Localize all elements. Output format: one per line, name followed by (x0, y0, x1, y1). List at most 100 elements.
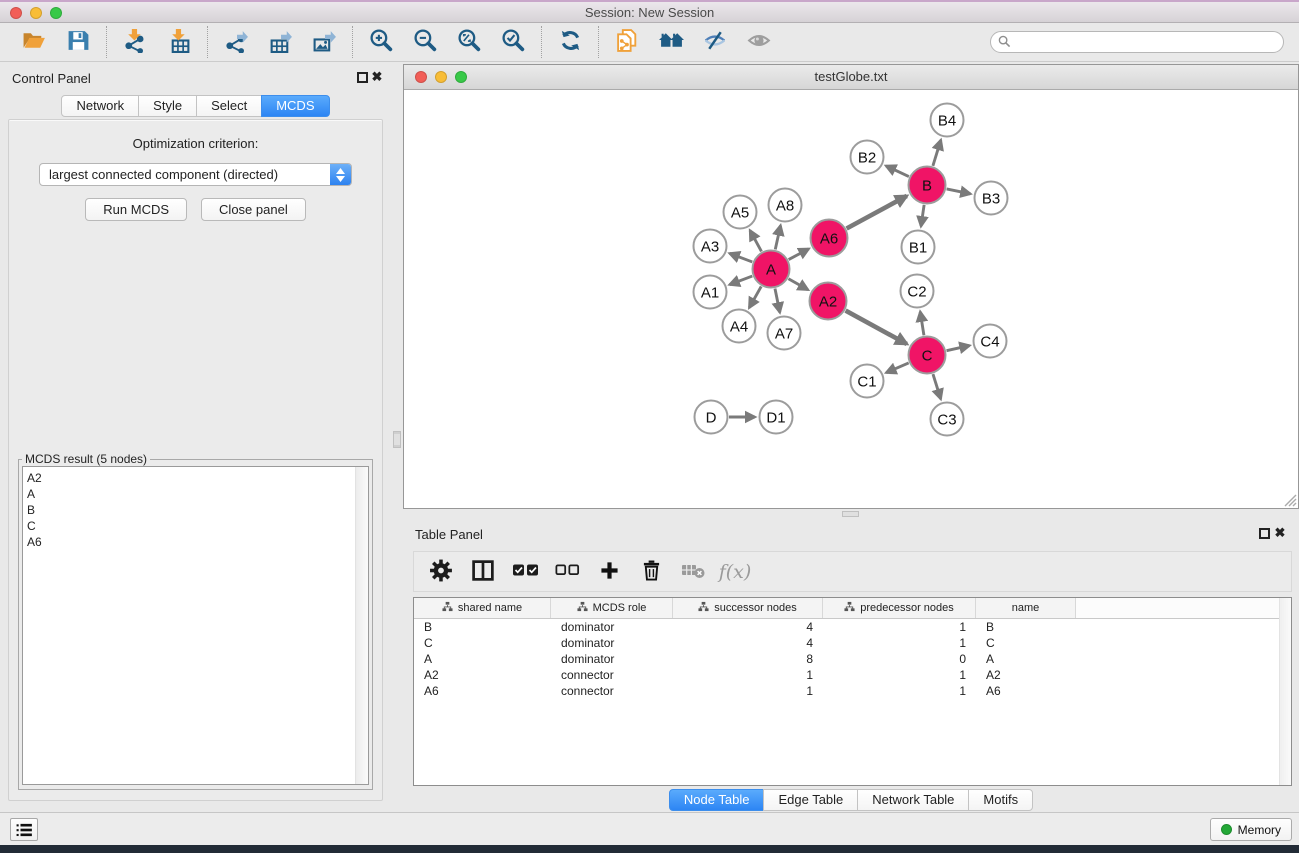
table-row[interactable]: A2connector11A2 (414, 667, 1291, 683)
export-network-button[interactable] (217, 26, 255, 58)
node-D1[interactable]: D1 (760, 401, 793, 434)
cell-name[interactable]: A6 (976, 683, 1076, 699)
cell-MCDS-role[interactable]: connector (551, 683, 673, 699)
cell-MCDS-role[interactable]: dominator (551, 619, 673, 635)
cell-successor-nodes[interactable]: 1 (673, 683, 823, 699)
list-scrollbar[interactable] (355, 467, 368, 784)
gear-button[interactable] (428, 557, 454, 587)
select-all-button[interactable] (512, 557, 538, 587)
mcds-result-item[interactable]: A2 (27, 470, 368, 486)
trash-button[interactable] (638, 557, 664, 587)
minimize-window-button[interactable] (30, 7, 42, 19)
tab-node-table[interactable]: Node Table (669, 789, 765, 811)
edge-A-A6[interactable] (789, 249, 809, 260)
edge-C-C4[interactable] (947, 346, 970, 351)
network-graph[interactable]: B4B2BB3A8A5A6A3B1AC2A1A2A4A7C4CC1DD1C3 (404, 90, 1298, 508)
edge-C-C3[interactable] (933, 374, 941, 399)
edge-A-A7[interactable] (775, 289, 780, 313)
deselect-all-button[interactable] (554, 557, 580, 587)
document-share-button[interactable] (608, 26, 646, 58)
open-folder-button[interactable] (15, 26, 53, 58)
cell-MCDS-role[interactable]: dominator (551, 651, 673, 667)
edge-B-B2[interactable] (886, 166, 909, 177)
node-B2[interactable]: B2 (851, 141, 884, 174)
edge-A2-C[interactable] (846, 311, 907, 344)
node-A2[interactable]: A2 (810, 283, 847, 320)
edge-A-A1[interactable] (730, 276, 753, 285)
node-A5[interactable]: A5 (724, 196, 757, 229)
vertical-divider-grip[interactable] (393, 431, 401, 448)
edge-A-A3[interactable] (730, 253, 753, 262)
node-C4[interactable]: C4 (974, 325, 1007, 358)
node-A3[interactable]: A3 (694, 230, 727, 263)
cell-predecessor-nodes[interactable]: 1 (823, 619, 976, 635)
node-C2[interactable]: C2 (901, 275, 934, 308)
tab-edge-table[interactable]: Edge Table (763, 789, 858, 811)
edge-C-C2[interactable] (920, 312, 924, 335)
run-mcds-button[interactable]: Run MCDS (85, 198, 187, 221)
export-image-button[interactable] (305, 26, 343, 58)
float-table-panel-icon[interactable] (1259, 528, 1270, 539)
mcds-result-list[interactable]: A2ABCA6 (22, 466, 369, 785)
import-network-button[interactable] (116, 26, 154, 58)
cell-successor-nodes[interactable]: 1 (673, 667, 823, 683)
cell-successor-nodes[interactable]: 4 (673, 619, 823, 635)
cell-name[interactable]: A2 (976, 667, 1076, 683)
tab-motifs[interactable]: Motifs (968, 789, 1033, 811)
memory-button[interactable]: Memory (1210, 818, 1292, 841)
zoom-in-button[interactable] (362, 26, 400, 58)
edge-A-A4[interactable] (749, 286, 761, 307)
table-row[interactable]: A6connector11A6 (414, 683, 1291, 699)
node-B[interactable]: B (909, 167, 946, 204)
table-row[interactable]: Bdominator41B (414, 619, 1291, 635)
columns-button[interactable] (470, 557, 496, 587)
node-A7[interactable]: A7 (768, 317, 801, 350)
zoom-window-button[interactable] (50, 7, 62, 19)
close-panel-icon[interactable]: ✖ (369, 69, 385, 85)
float-panel-icon[interactable] (357, 72, 368, 83)
cell-MCDS-role[interactable]: dominator (551, 635, 673, 651)
column-header-shared-name[interactable]: shared name (414, 598, 551, 618)
node-C[interactable]: C (909, 337, 946, 374)
cell-name[interactable]: B (976, 619, 1076, 635)
cell-name[interactable]: C (976, 635, 1076, 651)
network-canvas[interactable]: B4B2BB3A8A5A6A3B1AC2A1A2A4A7C4CC1DD1C3 (404, 90, 1298, 508)
refresh-button[interactable] (551, 26, 589, 58)
edge-C-C1[interactable] (886, 363, 908, 373)
mcds-result-item[interactable]: A (27, 486, 368, 502)
network-close-button[interactable] (415, 71, 427, 83)
edge-B-B1[interactable] (921, 205, 924, 226)
table-row[interactable]: Cdominator41C (414, 635, 1291, 651)
cell-successor-nodes[interactable]: 4 (673, 635, 823, 651)
cell-shared-name[interactable]: C (414, 635, 551, 651)
node-B4[interactable]: B4 (931, 104, 964, 137)
node-C3[interactable]: C3 (931, 403, 964, 436)
zoom-fit-button[interactable] (450, 26, 488, 58)
tab-network-table[interactable]: Network Table (857, 789, 969, 811)
network-zoom-button[interactable] (455, 71, 467, 83)
cell-name[interactable]: A (976, 651, 1076, 667)
zoom-out-button[interactable] (406, 26, 444, 58)
add-button[interactable] (596, 557, 622, 587)
tab-select[interactable]: Select (196, 95, 262, 117)
double-house-button[interactable] (652, 26, 690, 58)
column-header-name[interactable]: name (976, 598, 1076, 618)
resize-grip-icon[interactable] (1281, 491, 1297, 507)
tab-network[interactable]: Network (61, 95, 139, 117)
network-window-titlebar[interactable]: testGlobe.txt (404, 65, 1298, 90)
cell-shared-name[interactable]: A2 (414, 667, 551, 683)
node-B3[interactable]: B3 (975, 182, 1008, 215)
cell-predecessor-nodes[interactable]: 0 (823, 651, 976, 667)
cell-shared-name[interactable]: A6 (414, 683, 551, 699)
edge-A6-B[interactable] (847, 196, 907, 229)
node-D[interactable]: D (695, 401, 728, 434)
edge-A-A8[interactable] (775, 226, 780, 250)
network-minimize-button[interactable] (435, 71, 447, 83)
zoom-selected-button[interactable] (494, 26, 532, 58)
export-table-button[interactable] (261, 26, 299, 58)
criterion-select[interactable]: largest connected component (directed) (39, 163, 352, 186)
node-A6[interactable]: A6 (811, 220, 848, 257)
table-scrollbar[interactable] (1279, 598, 1291, 785)
node-A4[interactable]: A4 (723, 310, 756, 343)
search-input[interactable] (990, 31, 1284, 53)
